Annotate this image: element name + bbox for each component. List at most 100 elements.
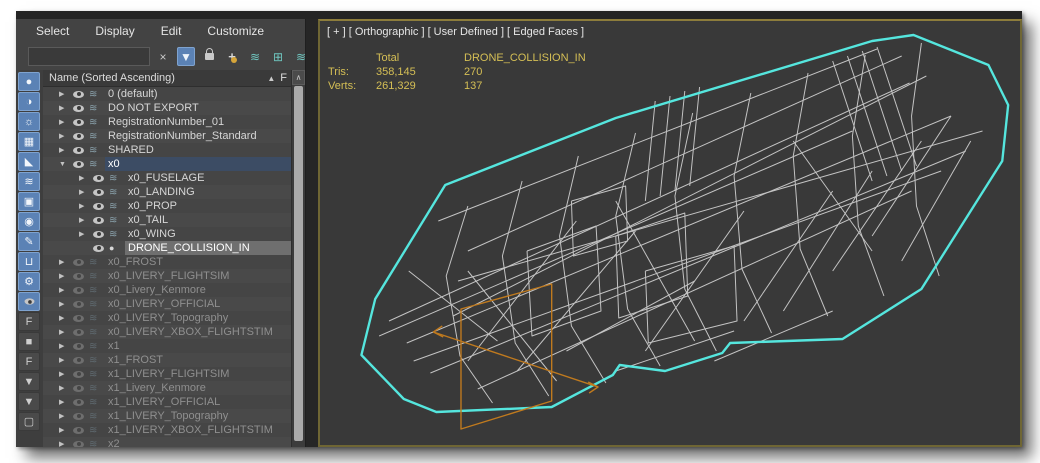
frozen-column-icon[interactable]: F <box>18 352 40 371</box>
expand-caret-icon[interactable]: ▶ <box>79 230 93 238</box>
lock-cell-editing-icon[interactable] <box>200 47 218 66</box>
expand-caret-icon[interactable]: ▶ <box>59 412 73 420</box>
clear-search-icon[interactable]: × <box>154 47 172 66</box>
display-shapes-icon[interactable]: ◑ <box>18 92 40 111</box>
tree-row[interactable]: ▶ ≋ x0_LIVERY_FLIGHTSIM <box>43 269 291 283</box>
visibility-eye-icon[interactable] <box>73 104 89 112</box>
expand-caret-icon[interactable]: ▶ <box>79 202 93 210</box>
tree-row[interactable]: ▶ ≋ x0_FUSELAGE <box>43 171 291 185</box>
expand-caret-icon[interactable]: ▶ <box>59 300 73 308</box>
visibility-eye-icon[interactable] <box>73 328 89 336</box>
expand-caret-icon[interactable]: ▶ <box>59 328 73 336</box>
display-hidden-icon[interactable] <box>18 292 40 311</box>
display-groups-icon[interactable]: ▣ <box>18 192 40 211</box>
add-to-new-layer-icon[interactable]: ≋ <box>246 47 264 66</box>
visibility-eye-icon[interactable] <box>73 146 89 154</box>
tree-row[interactable]: ▶ ≋ x1 <box>43 339 291 353</box>
expand-caret-icon[interactable]: ▶ <box>59 286 73 294</box>
visibility-eye-icon[interactable] <box>73 132 89 140</box>
tree-row[interactable]: ▶ ≋ SHARED <box>43 143 291 157</box>
visibility-eye-icon[interactable] <box>73 286 89 294</box>
display-containers-icon[interactable]: ⊔ <box>18 252 40 271</box>
visibility-eye-icon[interactable] <box>73 90 89 98</box>
tree-row[interactable]: ▶ ≋ x0_PROP <box>43 199 291 213</box>
visibility-eye-icon[interactable] <box>73 272 89 280</box>
tree-row[interactable]: ▶ ≋ x0_LIVERY_XBOX_FLIGHTSTIM <box>43 325 291 339</box>
visibility-eye-icon[interactable] <box>73 342 89 350</box>
expand-caret-icon[interactable]: ▶ <box>59 146 73 154</box>
tree-scrollbar[interactable]: ∧ <box>291 70 305 447</box>
tree-row[interactable]: ▶ ≋ x1_LIVERY_XBOX_FLIGHTSTIM <box>43 423 291 437</box>
visibility-eye-icon[interactable] <box>73 412 89 420</box>
visibility-eye-icon[interactable] <box>73 118 89 126</box>
visibility-eye-icon[interactable] <box>73 384 89 392</box>
filter-selection-icon[interactable]: ▼ <box>177 47 195 66</box>
display-geometry-icon[interactable]: ● <box>18 72 40 91</box>
display-shaded-icon[interactable]: ■ <box>18 332 40 351</box>
visibility-eye-icon[interactable] <box>73 314 89 322</box>
tree-row[interactable]: ▶ ≋ x0_LANDING <box>43 185 291 199</box>
expand-caret-icon[interactable]: ▶ <box>59 258 73 266</box>
tree-row[interactable]: ▶ ≋ x0_LIVERY_Topography <box>43 311 291 325</box>
expand-caret-icon[interactable]: ▶ <box>79 174 93 182</box>
tree-row[interactable]: ▼ ≋ x0 <box>43 157 291 171</box>
expand-caret-icon[interactable]: ▶ <box>59 426 73 434</box>
expand-caret-icon[interactable]: ▶ <box>59 104 73 112</box>
visibility-eye-icon[interactable] <box>73 300 89 308</box>
visibility-eye-icon[interactable] <box>93 174 109 182</box>
expand-caret-icon[interactable]: ▶ <box>79 188 93 196</box>
scrollbar-thumb[interactable] <box>294 86 303 441</box>
expand-caret-icon[interactable]: ▶ <box>79 216 93 224</box>
visibility-eye-icon[interactable] <box>93 202 109 210</box>
tree-row[interactable]: ▶ ≋ 0 (default) <box>43 87 291 101</box>
expand-caret-icon[interactable]: ▶ <box>59 118 73 126</box>
pick-parent-icon[interactable]: + <box>223 47 241 66</box>
display-lights-icon[interactable]: ☼ <box>18 112 40 131</box>
expand-caret-icon[interactable]: ▶ <box>59 272 73 280</box>
visibility-eye-icon[interactable] <box>73 258 89 266</box>
expand-caret-icon[interactable]: ▶ <box>59 370 73 378</box>
menu-customize[interactable]: Customize <box>207 24 264 38</box>
expand-caret-icon[interactable]: ▶ <box>59 398 73 406</box>
tree-row[interactable]: ▶ ≋ x2 <box>43 437 291 447</box>
expand-caret-icon[interactable]: ▶ <box>59 90 73 98</box>
tree-row[interactable]: ▶ ≋ x0_Livery_Kenmore <box>43 283 291 297</box>
expand-caret-icon[interactable]: ▼ <box>59 161 73 168</box>
display-xrefs-icon[interactable]: ◉ <box>18 212 40 231</box>
menu-select[interactable]: Select <box>36 24 69 38</box>
display-spacewarps-icon[interactable]: ≋ <box>18 172 40 191</box>
scroll-up-button[interactable]: ∧ <box>292 70 305 85</box>
display-bones-icon[interactable]: ⚙ <box>18 272 40 291</box>
viewport-header-label[interactable]: [ + ] [ Orthographic ] [ User Defined ] … <box>327 26 584 38</box>
tree-row[interactable]: ▶ ≋ x0_FROST <box>43 255 291 269</box>
visibility-eye-icon[interactable] <box>73 426 89 434</box>
visibility-eye-icon[interactable] <box>73 398 89 406</box>
expand-caret-icon[interactable]: ▶ <box>59 314 73 322</box>
visibility-eye-icon[interactable] <box>73 370 89 378</box>
display-cameras-icon[interactable]: ▦ <box>18 132 40 151</box>
display-frozen-icon[interactable]: F <box>18 312 40 331</box>
column-header-frozen[interactable]: F <box>280 72 287 84</box>
tree-row[interactable]: ▶ ≋ x1_Livery_Kenmore <box>43 381 291 395</box>
expand-caret-icon[interactable]: ▶ <box>59 440 73 447</box>
menu-display[interactable]: Display <box>95 24 134 38</box>
visibility-eye-icon[interactable] <box>93 244 109 252</box>
expand-caret-icon[interactable]: ▶ <box>59 384 73 392</box>
tree-row[interactable]: ▶ ≋ x0_TAIL <box>43 213 291 227</box>
tree-row[interactable]: ▶ ≋ RegistrationNumber_Standard <box>43 129 291 143</box>
visibility-eye-icon[interactable] <box>73 160 89 168</box>
visibility-eye-icon[interactable] <box>73 356 89 364</box>
display-helpers-icon[interactable]: ◣ <box>18 152 40 171</box>
tree-row[interactable]: ▶ ≋ DO NOT EXPORT <box>43 101 291 115</box>
search-input[interactable] <box>28 47 150 66</box>
filter-set-icon[interactable]: ▼ <box>18 372 40 391</box>
expand-caret-icon[interactable]: ▶ <box>59 132 73 140</box>
tree-row[interactable]: ▶ ≋ x1_LIVERY_OFFICIAL <box>43 395 291 409</box>
expand-caret-icon[interactable]: ▶ <box>59 356 73 364</box>
expand-caret-icon[interactable]: ▶ <box>59 342 73 350</box>
column-header-name[interactable]: Name (Sorted Ascending) ▲ F <box>43 70 291 87</box>
tree-row[interactable]: ▶ ≋ x1_LIVERY_FLIGHTSIM <box>43 367 291 381</box>
visibility-eye-icon[interactable] <box>93 188 109 196</box>
visibility-eye-icon[interactable] <box>93 216 109 224</box>
display-materials-icon[interactable]: ✎ <box>18 232 40 251</box>
